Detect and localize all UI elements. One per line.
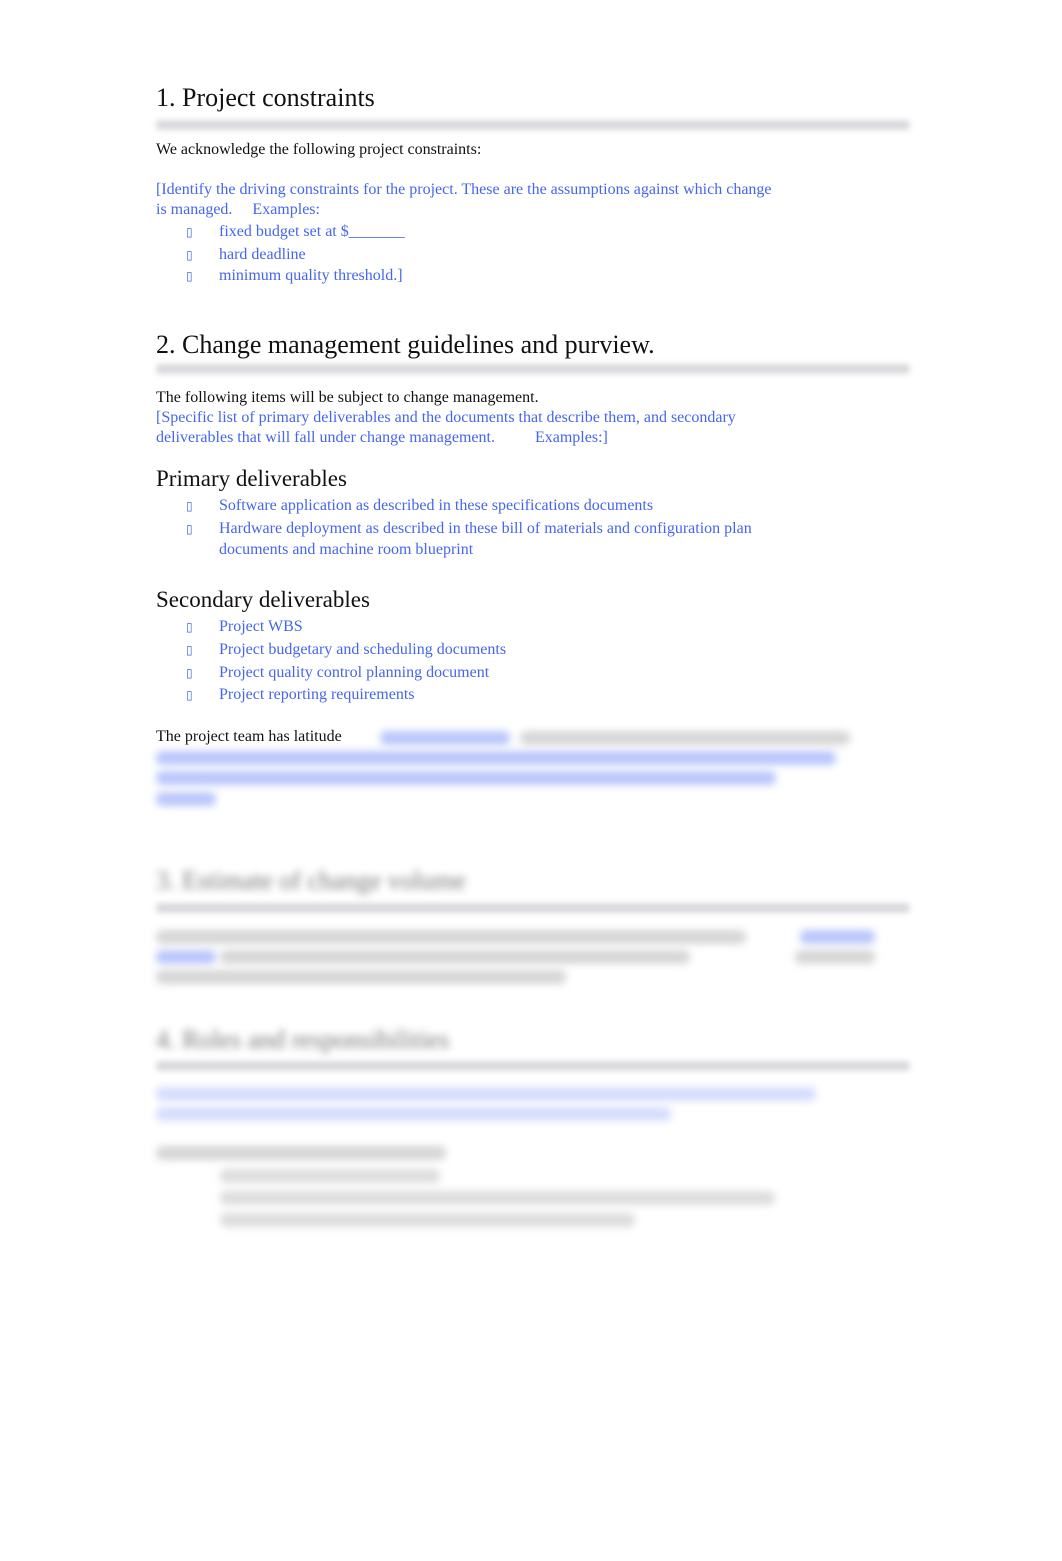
section-2-intro: The following items will be subject to c…: [156, 389, 539, 406]
secondary-deliverables-heading: Secondary deliverables: [156, 587, 370, 612]
bullet-icon: ▯: [186, 666, 193, 680]
primary-deliverables-heading: Primary deliverables: [156, 466, 347, 491]
section-4-heading: 4. Roles and responsibilities: [156, 1025, 450, 1054]
heading-rule: [156, 120, 910, 130]
bullet-icon: ▯: [186, 269, 193, 283]
bullet-icon: ▯: [186, 688, 193, 702]
section-1-guidance-line-2: is managed. Examples:: [156, 201, 320, 218]
bullet-icon: ▯: [186, 225, 193, 239]
bullet-icon: ▯: [186, 499, 193, 513]
heading-rule: [156, 1061, 910, 1071]
section-2-guidance-line-2: deliverables that will fall under change…: [156, 429, 608, 446]
heading-rule: [156, 903, 910, 913]
bullet-icon: ▯: [186, 643, 193, 657]
section-2-guidance-line-1: [Specific list of primary deliverables a…: [156, 409, 736, 426]
section-1-intro: We acknowledge the following project con…: [156, 141, 482, 158]
bullet-icon: ▯: [186, 248, 193, 262]
bullet-icon: ▯: [186, 522, 193, 536]
latitude-text: The project team has latitude: [156, 728, 342, 745]
section-1-heading: 1. Project constraints: [156, 83, 375, 112]
bullet-icon: ▯: [186, 620, 193, 634]
section-2-heading: 2. Change management guidelines and purv…: [156, 330, 655, 359]
section-1-guidance-line-1: [Identify the driving constraints for th…: [156, 181, 772, 198]
heading-rule: [156, 364, 910, 374]
section-3-heading: 3. Estimate of change volume: [156, 866, 466, 895]
